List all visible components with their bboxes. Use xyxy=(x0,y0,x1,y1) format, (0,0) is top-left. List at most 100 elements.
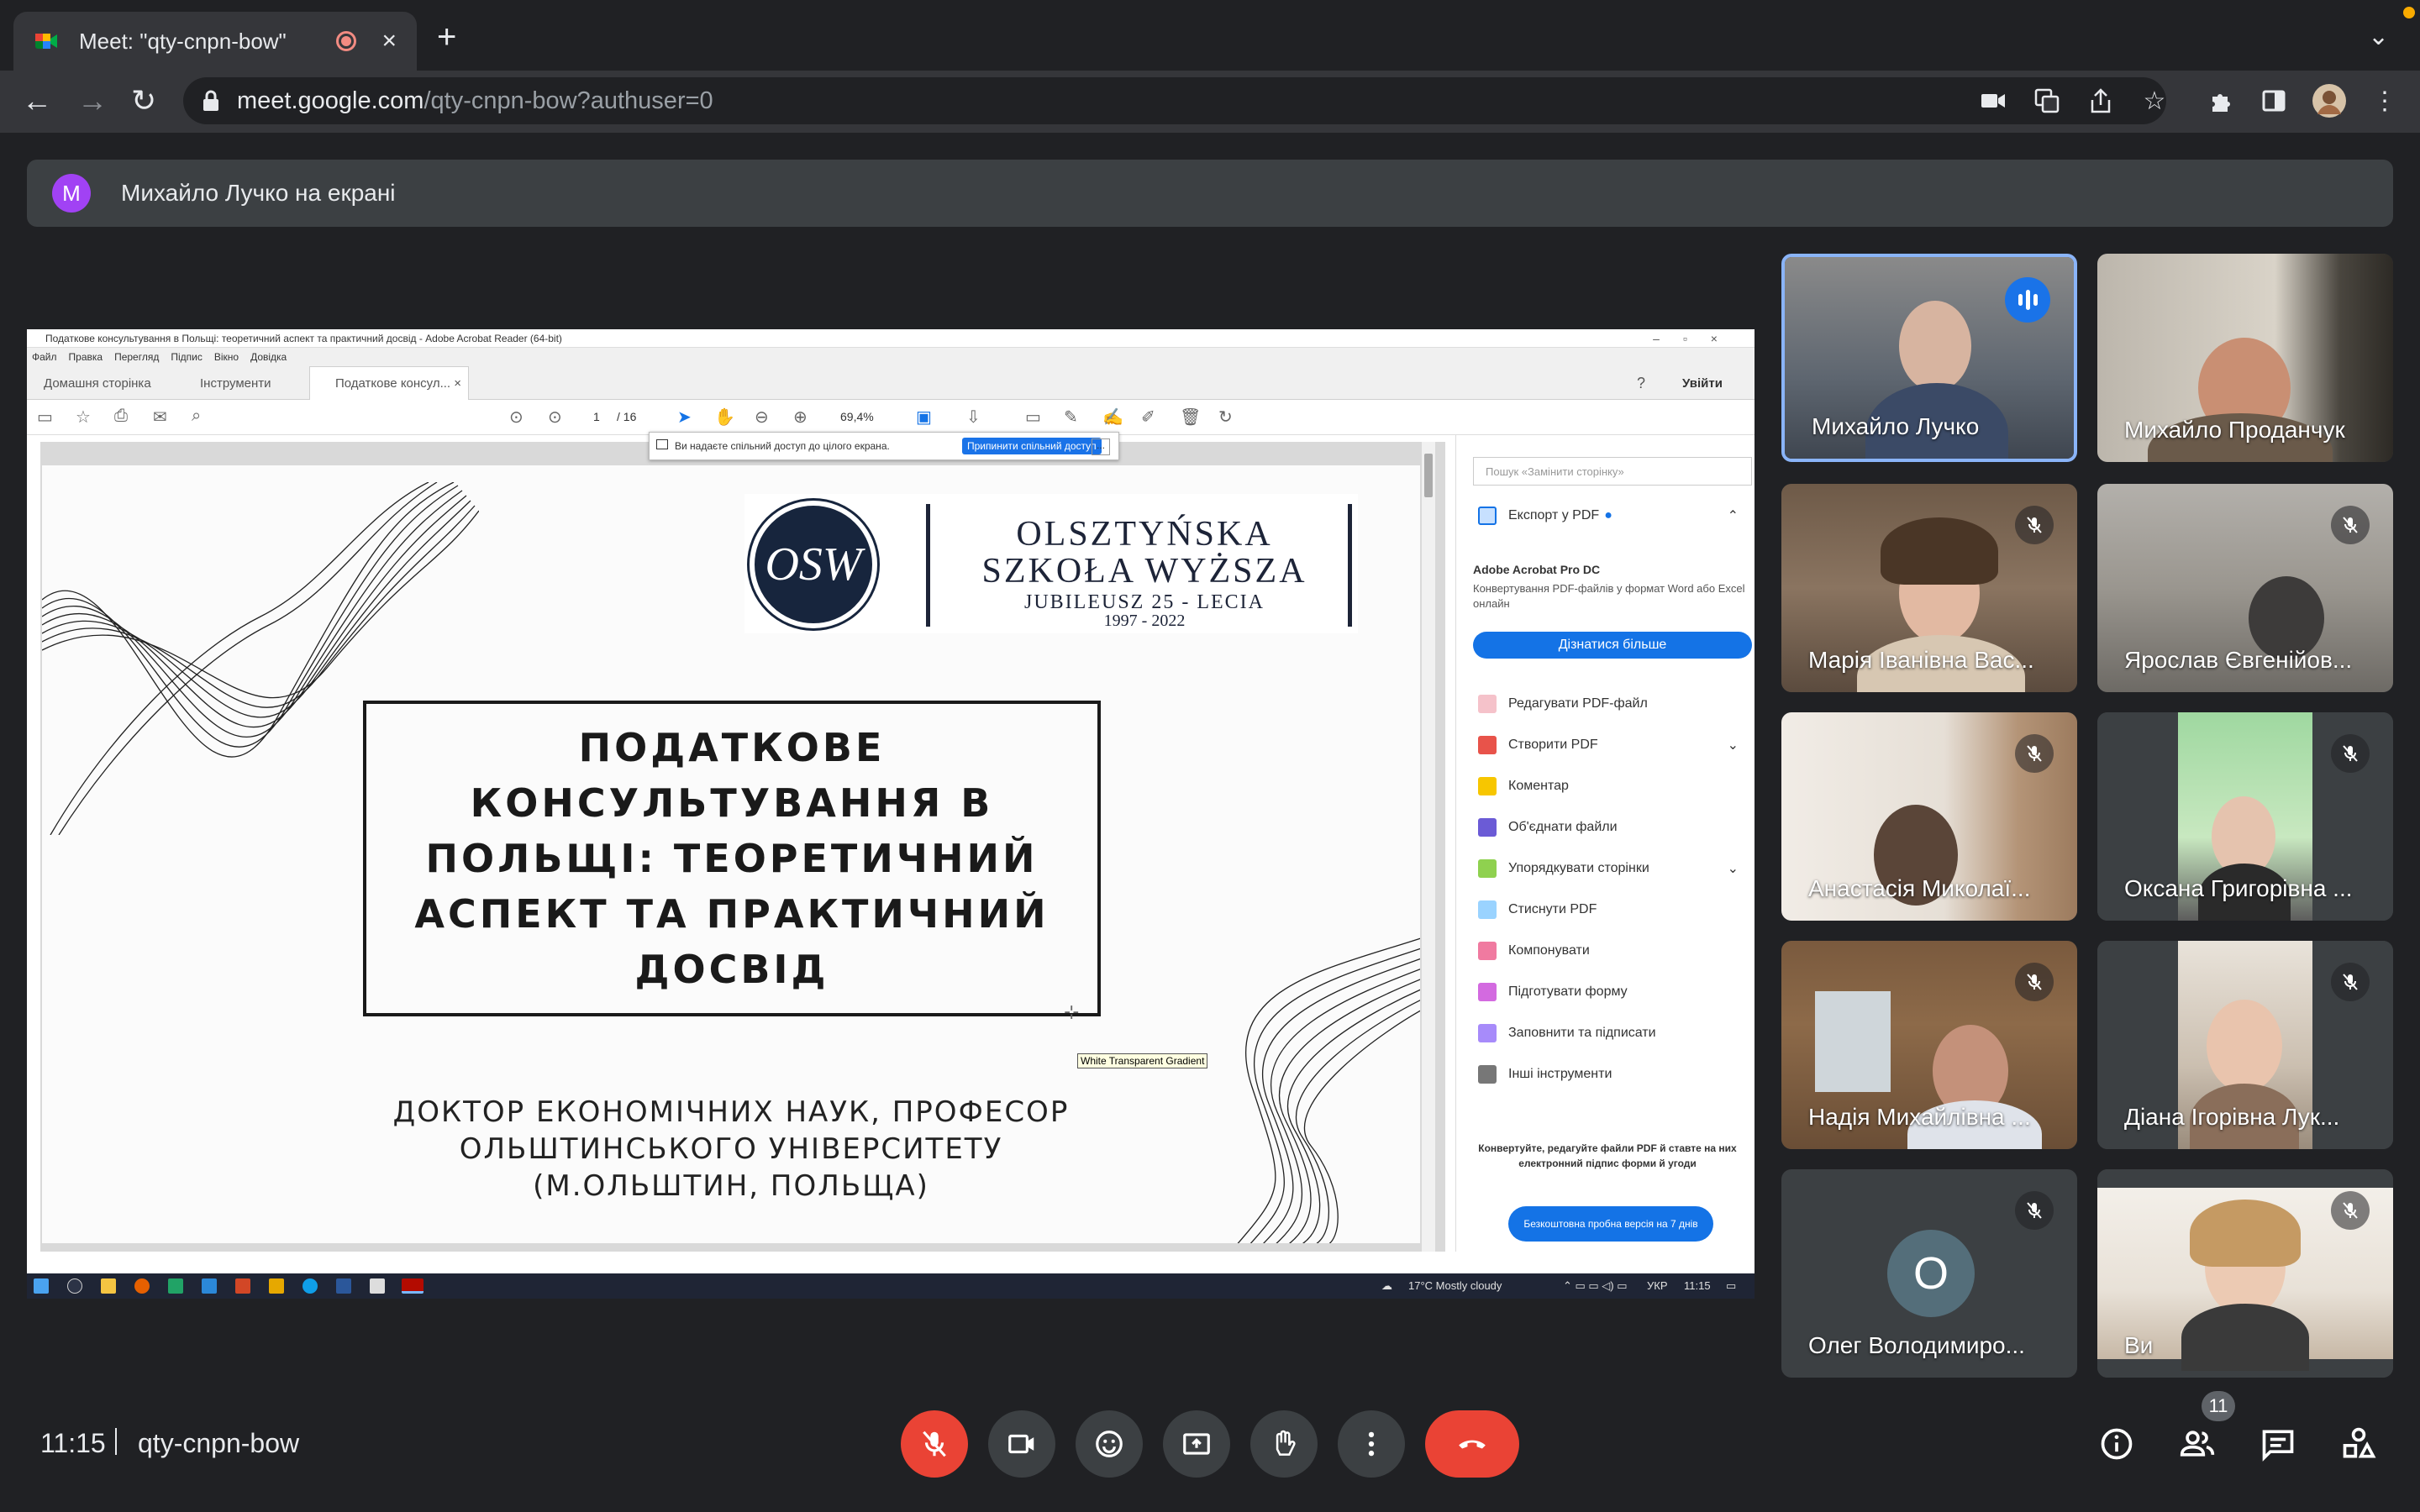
tab-search-chevron-icon[interactable]: ⌄ xyxy=(2368,22,2389,51)
tab-home[interactable]: Домашня сторінка xyxy=(44,366,151,400)
bookmark-star-icon[interactable]: ☆ xyxy=(2138,84,2171,118)
tool-comment[interactable]: Коментар xyxy=(1478,776,1752,796)
meeting-info-button[interactable] xyxy=(2097,1425,2136,1463)
camera-button[interactable] xyxy=(988,1410,1055,1478)
menu-item-file[interactable]: Файл xyxy=(32,351,57,363)
microphone-off-button[interactable] xyxy=(901,1410,968,1478)
menu-item-window[interactable]: Вікно xyxy=(214,351,239,363)
scroll-mode-icon[interactable]: ⇩ xyxy=(966,407,981,428)
share-icon[interactable] xyxy=(2084,84,2118,118)
tool-compose[interactable]: Компонувати xyxy=(1478,941,1752,961)
new-tab-button[interactable]: + xyxy=(437,20,456,54)
menu-item-help[interactable]: Довідка xyxy=(250,351,287,363)
tools-search-input[interactable]: Пошук «Замінити сторінку» xyxy=(1473,457,1752,486)
firefox-icon[interactable] xyxy=(134,1278,150,1294)
app-icon[interactable] xyxy=(370,1278,385,1294)
start-icon[interactable] xyxy=(34,1278,49,1294)
participant-tile[interactable]: Ярослав Євгенійов... xyxy=(2097,484,2393,692)
chat-button[interactable] xyxy=(2259,1425,2297,1463)
page-down-icon[interactable]: ⊙ xyxy=(548,407,562,428)
leave-call-button[interactable] xyxy=(1425,1410,1519,1478)
comment-icon[interactable]: ▭ xyxy=(1025,407,1041,428)
tray-icons[interactable]: ⌃ ▭ ▭ ◁) ▭ xyxy=(1563,1279,1628,1293)
select-tool-icon[interactable]: ➤ xyxy=(677,407,692,428)
export-pdf-item[interactable]: Експорт у PDF ● ⌃ xyxy=(1478,506,1752,526)
app-icon[interactable] xyxy=(202,1278,217,1294)
tool-compress-pdf[interactable]: Стиснути PDF xyxy=(1478,900,1752,920)
taskbar-search-icon[interactable] xyxy=(67,1278,82,1294)
camera-in-use-icon[interactable] xyxy=(1976,84,2010,118)
word-icon[interactable] xyxy=(336,1278,351,1294)
stop-sharing-button[interactable]: Припинити спільний доступ xyxy=(962,438,1102,454)
back-button[interactable]: ← xyxy=(22,82,52,119)
participant-tile[interactable]: Анастасія Миколаї... xyxy=(1781,712,2077,921)
tool-create-pdf[interactable]: Створити PDF ⌄ xyxy=(1478,735,1752,755)
delete-icon[interactable]: 🗑 xyxy=(1180,407,1201,428)
search-icon[interactable]: ⌕ xyxy=(192,407,201,426)
participant-tile[interactable]: О Олег Володимиро... xyxy=(1781,1169,2077,1378)
participant-tile[interactable]: Оксана Григорівна ... xyxy=(2097,712,2393,921)
signin-button[interactable]: Увійти xyxy=(1682,366,1723,400)
rotate-icon[interactable]: ↻ xyxy=(1218,407,1233,428)
more-options-button[interactable] xyxy=(1338,1410,1405,1478)
participant-tile[interactable]: Михайло Лучко xyxy=(1781,254,2077,462)
hand-tool-icon[interactable]: ✋ xyxy=(714,407,735,428)
page-up-icon[interactable]: ⊙ xyxy=(509,407,523,428)
page-number-input[interactable]: 1 xyxy=(593,410,600,423)
powerpoint-icon[interactable] xyxy=(235,1278,250,1294)
activities-button[interactable] xyxy=(2339,1425,2378,1463)
tool-organize-pages[interactable]: Упорядкувати сторінки ⌄ xyxy=(1478,858,1752,879)
menu-item-sign[interactable]: Підпис xyxy=(171,351,203,363)
fit-page-icon[interactable]: ▣ xyxy=(916,407,932,428)
zoom-in-icon[interactable]: ⊕ xyxy=(793,407,808,428)
tab-close-button[interactable]: × xyxy=(381,27,397,55)
menu-item-view[interactable]: Перегляд xyxy=(114,351,159,363)
draw-icon[interactable]: ✍ xyxy=(1102,407,1123,428)
menu-item-edit[interactable]: Правка xyxy=(69,351,103,363)
help-icon[interactable]: ? xyxy=(1637,366,1645,400)
participant-tile[interactable]: Діана Ігорівна Лук... xyxy=(2097,941,2393,1149)
email-icon[interactable]: ✉ xyxy=(153,407,167,428)
language-indicator[interactable]: УКР xyxy=(1647,1279,1668,1292)
zoom-level[interactable]: 69,4% xyxy=(840,410,874,423)
zoom-out-icon[interactable]: ⊖ xyxy=(755,407,769,428)
browser-menu-icon[interactable]: ⋮ xyxy=(2368,84,2402,118)
document-scrollbar[interactable] xyxy=(1422,442,1435,1252)
tool-edit-pdf[interactable]: Редагувати PDF-файл xyxy=(1478,694,1752,714)
tool-prepare-form[interactable]: Підготувати форму xyxy=(1478,982,1752,1002)
address-bar[interactable]: meet.google.com/qty-cnpn-bow?authuser=0 xyxy=(183,77,2166,124)
acrobat-taskbar-icon[interactable] xyxy=(402,1278,424,1294)
file-explorer-icon[interactable] xyxy=(101,1278,116,1294)
reload-button[interactable]: ↻ xyxy=(131,82,156,119)
reactions-button[interactable] xyxy=(1076,1410,1143,1478)
save-icon[interactable]: ▭ xyxy=(37,407,53,428)
participant-tile[interactable]: Надія Михайлівна ... xyxy=(1781,941,2077,1149)
excel-icon[interactable] xyxy=(168,1278,183,1294)
print-icon[interactable]: ⎙ xyxy=(114,407,128,426)
forward-button[interactable]: → xyxy=(77,82,108,119)
people-button[interactable] xyxy=(2178,1425,2217,1463)
translate-icon[interactable] xyxy=(2030,84,2064,118)
highlight-icon[interactable]: ✎ xyxy=(1064,407,1078,428)
tool-fill-sign[interactable]: Заповнити та підписати xyxy=(1478,1023,1752,1043)
side-panel-icon[interactable] xyxy=(2257,84,2291,118)
learn-more-button[interactable]: Дізнатися більше xyxy=(1473,632,1752,659)
tab-document[interactable]: Податкове консул... × xyxy=(309,366,469,400)
participant-tile[interactable]: Михайло Проданчук xyxy=(2097,254,2393,462)
tool-combine-files[interactable]: Об'єднати файли xyxy=(1478,817,1752,837)
profile-avatar[interactable] xyxy=(2312,84,2346,118)
edge-icon[interactable] xyxy=(302,1278,318,1294)
app-icon[interactable] xyxy=(269,1278,284,1294)
present-screen-button[interactable] xyxy=(1163,1410,1230,1478)
extensions-icon[interactable] xyxy=(2205,84,2238,118)
participant-tile[interactable]: Ви xyxy=(2097,1169,2393,1378)
notifications-icon[interactable]: ▭ xyxy=(1726,1279,1736,1293)
bookmark-icon[interactable]: ☆ xyxy=(76,407,91,428)
tab-tools[interactable]: Інструменти xyxy=(200,366,271,400)
window-controls[interactable]: –▫× xyxy=(1653,332,1741,345)
tool-more-tools[interactable]: Інші інструменти xyxy=(1478,1064,1752,1084)
participant-tile[interactable]: Марія Іванівна Вас... xyxy=(1781,484,2077,692)
browser-tab[interactable]: Meet: "qty-cnpn-bow" × xyxy=(13,12,417,71)
share-options-button[interactable]: ... xyxy=(1092,438,1110,455)
sign-icon[interactable]: ✐ xyxy=(1141,407,1155,428)
